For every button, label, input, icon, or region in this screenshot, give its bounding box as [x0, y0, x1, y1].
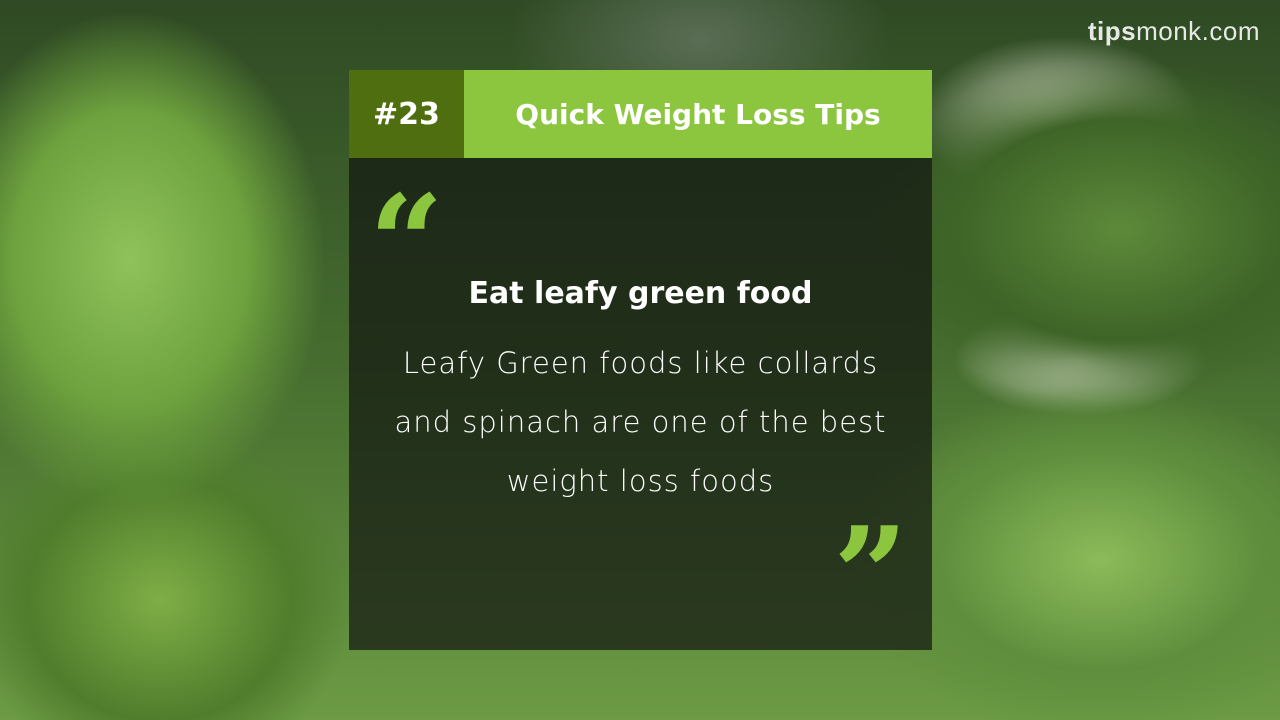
- tip-number-box: #23: [349, 70, 464, 158]
- tip-body: “ Eat leafy green food Leafy Green foods…: [349, 158, 932, 650]
- watermark-logo: tipsmonk.com: [1088, 16, 1260, 47]
- watermark-brand-rest: monk.com: [1136, 16, 1260, 46]
- watermark-brand-bold: tips: [1087, 16, 1137, 46]
- tip-number: #23: [373, 96, 440, 132]
- tip-card: #23 Quick Weight Loss Tips “ Eat leafy g…: [349, 70, 932, 650]
- tip-text: Leafy Green foods like collards and spin…: [394, 346, 887, 498]
- tip-header: #23 Quick Weight Loss Tips: [349, 70, 932, 158]
- tip-title: Quick Weight Loss Tips: [515, 97, 881, 131]
- tip-title-box: Quick Weight Loss Tips: [464, 70, 932, 158]
- tip-heading: Eat leafy green food: [468, 276, 813, 311]
- close-quote-icon: ”: [833, 498, 908, 651]
